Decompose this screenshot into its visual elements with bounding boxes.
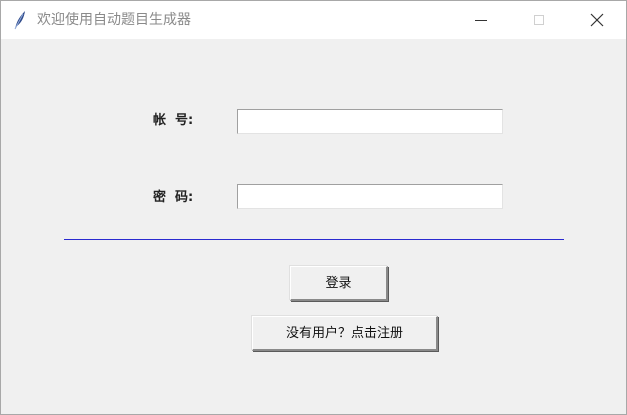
account-label: 帐 号: xyxy=(153,113,194,128)
close-button[interactable] xyxy=(568,1,626,39)
minimize-icon xyxy=(475,20,487,21)
maximize-icon xyxy=(534,15,544,25)
feather-icon xyxy=(12,10,28,30)
close-icon xyxy=(590,13,604,27)
minimize-button[interactable] xyxy=(452,1,510,39)
login-button[interactable]: 登录 xyxy=(290,266,388,301)
app-window: 欢迎使用自动题目生成器 帐 号: 密 码: 登录 没有用户？点击注册 xyxy=(0,0,627,415)
maximize-button[interactable] xyxy=(510,1,568,39)
title-bar[interactable]: 欢迎使用自动题目生成器 xyxy=(1,1,626,39)
password-input[interactable] xyxy=(237,184,503,209)
password-label: 密 码: xyxy=(153,190,194,205)
register-button[interactable]: 没有用户？点击注册 xyxy=(252,316,438,351)
separator-line xyxy=(64,239,564,240)
window-title: 欢迎使用自动题目生成器 xyxy=(37,12,191,28)
account-input[interactable] xyxy=(237,109,503,134)
